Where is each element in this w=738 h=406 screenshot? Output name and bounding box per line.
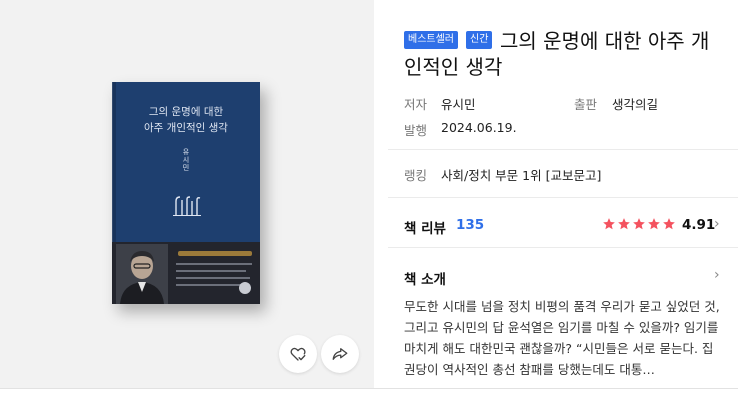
intro-text: 무도한 시대를 넘을 정치 비평의 품격 우리가 묻고 싶었던 것, 그리고 유… xyxy=(404,299,720,377)
cover-band-line xyxy=(176,284,242,286)
publisher-value[interactable]: 생각의길 xyxy=(612,94,658,113)
cover-emblem-icon xyxy=(173,196,201,216)
date-value: 2024.06.19. xyxy=(441,120,517,135)
like-button[interactable] xyxy=(279,335,317,373)
ranking-label: 랭킹 xyxy=(404,168,428,183)
divider xyxy=(388,247,738,248)
cover-band-line xyxy=(176,263,252,265)
ranking-value[interactable]: 사회/정치 부문 1위 [교보문고] xyxy=(441,165,601,184)
cover-band-line xyxy=(176,270,246,272)
review-count[interactable]: 135 xyxy=(456,217,484,233)
cover-gallery: 그의 운명에 대한 아주 개인적인 생각 유시민 xyxy=(0,0,374,388)
author-label: 저자 xyxy=(404,97,428,112)
author-photo xyxy=(116,244,168,304)
page-title: 그의 운명에 대한 아주 개인적인 생각 xyxy=(404,29,710,79)
rating-value: 4.91 xyxy=(682,217,716,233)
chevron-right-icon[interactable]: › xyxy=(714,216,720,232)
book-cover-image[interactable]: 그의 운명에 대한 아주 개인적인 생각 유시민 xyxy=(112,82,260,304)
author-value[interactable]: 유시민 xyxy=(441,94,476,113)
review-label[interactable]: 책 리뷰 xyxy=(404,217,446,237)
share-button[interactable] xyxy=(321,335,359,373)
date-label: 발행 xyxy=(404,123,428,138)
cover-band-highlight xyxy=(178,251,252,256)
star-icon xyxy=(618,218,630,230)
rating-stars xyxy=(602,217,676,231)
star-icon xyxy=(663,218,675,230)
publisher-label: 출판 xyxy=(574,97,598,112)
cover-band-line xyxy=(176,277,250,279)
cover-title-line1: 그의 운명에 대한 xyxy=(148,106,224,118)
publisher-logo-icon xyxy=(239,282,251,294)
star-icon xyxy=(603,218,615,230)
divider xyxy=(388,197,738,198)
bottom-divider xyxy=(0,388,738,389)
chevron-right-icon[interactable]: › xyxy=(714,267,720,283)
divider xyxy=(388,149,738,150)
star-icon xyxy=(633,218,645,230)
star-icon xyxy=(648,218,660,230)
cover-title-line2: 아주 개인적인 생각 xyxy=(144,122,228,134)
heart-check-icon xyxy=(290,347,306,361)
intro-label[interactable]: 책 소개 xyxy=(404,268,446,288)
cover-author: 유시민 xyxy=(182,148,190,172)
share-icon xyxy=(332,348,348,360)
